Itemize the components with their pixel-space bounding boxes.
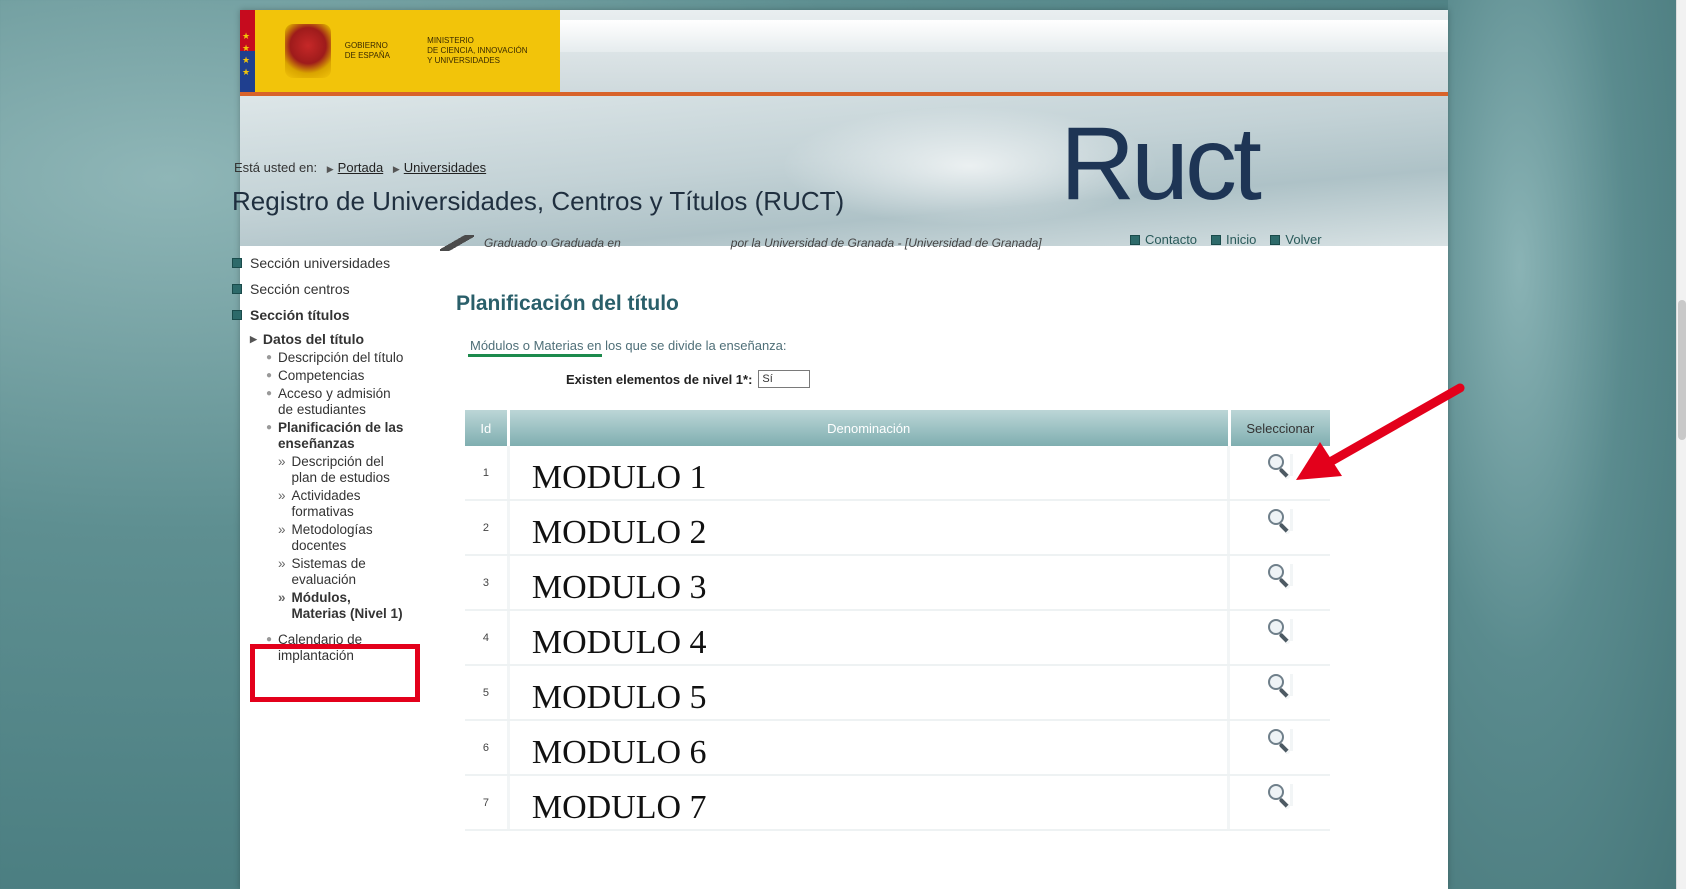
select-magnifier-icon[interactable] [1267,619,1293,645]
breadcrumb-arrow-icon: ▶ [326,164,334,174]
sidebar-item-planificacion[interactable]: ● Planificación de las enseñanzas [266,420,406,452]
table-row: 4 MODULO 4 [465,611,1330,666]
bullet-square-icon [1130,234,1140,245]
page-scrollbar[interactable] [1676,0,1686,889]
page-container: ★ ★ ★ ★ GOBIERNO DE ESPAÑA MINISTERIO DE CIEN… [232,10,1448,889]
eu-flag-icon: ★ ★ ★ ★ [240,10,256,92]
red-arrow-annotation [1296,383,1465,480]
government-label: GOBIERNO DE ESPAÑA [344,41,390,60]
ruct-logo: Ruct [1060,106,1262,222]
row-id: 5 [465,666,510,719]
sidebar-item-competencias[interactable]: ● Competencias [266,368,406,384]
ministry-label: MINISTERIO DE CIENCIA, INNOVACIÓN Y UNIVER… [427,36,528,65]
inicio-link[interactable]: Inicio [1211,232,1256,247]
top-links: Contacto Inicio Volver [1130,232,1322,247]
table-row: 1 MODULO 1 [465,446,1330,501]
breadcrumb-universidades[interactable]: Universidades [404,160,486,175]
breadcrumb: Está usted en: ▶ Portada ▶ Universidades [234,160,486,175]
triangle-right-icon: ▶ [250,333,257,344]
nivel-row: Existen elementos de nivel 1*: [566,370,811,388]
select-magnifier-icon[interactable] [1267,454,1293,480]
row-id: 2 [465,501,510,554]
breadcrumb-portada[interactable]: Portada [338,160,384,175]
degree-prefix: Graduado o Graduada en [484,236,621,250]
table-row: 5 MODULO 5 [465,666,1330,721]
row-name: MODULO 1 [510,446,1231,499]
row-id: 6 [465,721,510,774]
sidebar-item-universidades[interactable]: Sección universidades [232,250,422,276]
bullet-square-icon [232,284,242,294]
tab-underline [468,354,602,357]
degree-info: Graduado o Graduada en por la Universida… [440,235,1042,251]
select-magnifier-icon[interactable] [1267,729,1293,755]
select-magnifier-icon[interactable] [1267,784,1293,810]
bullet-square-icon [1211,234,1222,245]
table-row: 7 MODULO 7 [465,776,1330,831]
scrollbar-thumb[interactable] [1678,300,1686,440]
sidebar-item-datos-titulo[interactable]: ▶ Datos del título [250,328,422,350]
modules-table: Id Denominación Seleccionar 1 MODULO 1 2… [465,410,1330,831]
top-bar: ★ ★ ★ ★ GOBIERNO DE ESPAÑA MINISTERIO DE CIEN… [240,10,1448,92]
sidebar-item-acceso[interactable]: ● Acceso y admisión de estudiantes [266,386,406,418]
sidebar-item-descripcion[interactable]: ● Descripción del título [266,350,406,366]
select-magnifier-icon[interactable] [1267,674,1293,700]
row-name: MODULO 6 [510,721,1231,774]
contacto-link[interactable]: Contacto [1130,232,1197,247]
sidebar-item-titulos[interactable]: Sección títulos [232,302,422,328]
background-right [1448,0,1686,889]
row-name: MODULO 3 [510,556,1231,609]
row-name: MODULO 7 [510,776,1231,829]
table-row: 3 MODULO 3 [465,556,1330,611]
nivel-field[interactable] [758,370,811,388]
government-logo: ★ ★ ★ ★ GOBIERNO DE ESPAÑA MINISTERIO DE CIEN… [240,10,560,92]
coat-of-arms-icon [285,24,331,78]
sidebar-subitem-plan-estudios[interactable]: » Descripción del plan de estudios [278,454,406,486]
row-name: MODULO 4 [510,611,1231,664]
nivel-label: Existen elementos de nivel 1*: [566,371,753,387]
row-name: MODULO 2 [510,501,1231,554]
sidebar-subitem-metodologias[interactable]: » Metodologías docentes [278,522,406,554]
sidebar-subitem-evaluacion[interactable]: » Sistemas de evaluación [278,556,406,588]
volver-link[interactable]: Volver [1270,232,1322,247]
row-id: 4 [465,611,510,664]
breadcrumb-prefix: Está usted en: [234,160,318,175]
row-id: 1 [465,446,510,499]
highlight-annotation-box [250,644,420,702]
bullet-square-icon [1270,234,1281,245]
breadcrumb-arrow-icon: ▶ [392,164,400,174]
page-title: Registro de Universidades, Centros y Tít… [232,186,845,216]
bullet-square-icon [232,258,242,268]
table-header: Id Denominación Seleccionar [465,410,1330,446]
row-name: MODULO 5 [510,666,1231,719]
row-id: 7 [465,776,510,829]
top-strip [560,20,1448,52]
sidebar-item-centros[interactable]: Sección centros [232,276,422,302]
section-title: Planificación del título [456,292,679,315]
table-row: 6 MODULO 6 [465,721,1330,776]
table-row: 2 MODULO 2 [465,501,1330,556]
select-magnifier-icon[interactable] [1267,509,1293,535]
bullet-square-icon [232,310,242,320]
column-header-id: Id [465,410,510,446]
column-header-denominacion: Denominación [510,410,1231,446]
sidebar-subitem-modulos[interactable]: » Módulos, Materias (Nivel 1) [278,590,406,622]
tab-modulos-materias[interactable]: Módulos o Materias en los que se divide … [470,338,787,353]
pen-icon [440,235,474,251]
sidebar: Sección universidades Sección centros Se… [232,250,422,666]
select-magnifier-icon[interactable] [1267,564,1293,590]
university-text: por la Universidad de Granada - [Univers… [730,236,1042,250]
sidebar-subitem-actividades[interactable]: » Actividades formativas [278,488,406,520]
row-id: 3 [465,556,510,609]
